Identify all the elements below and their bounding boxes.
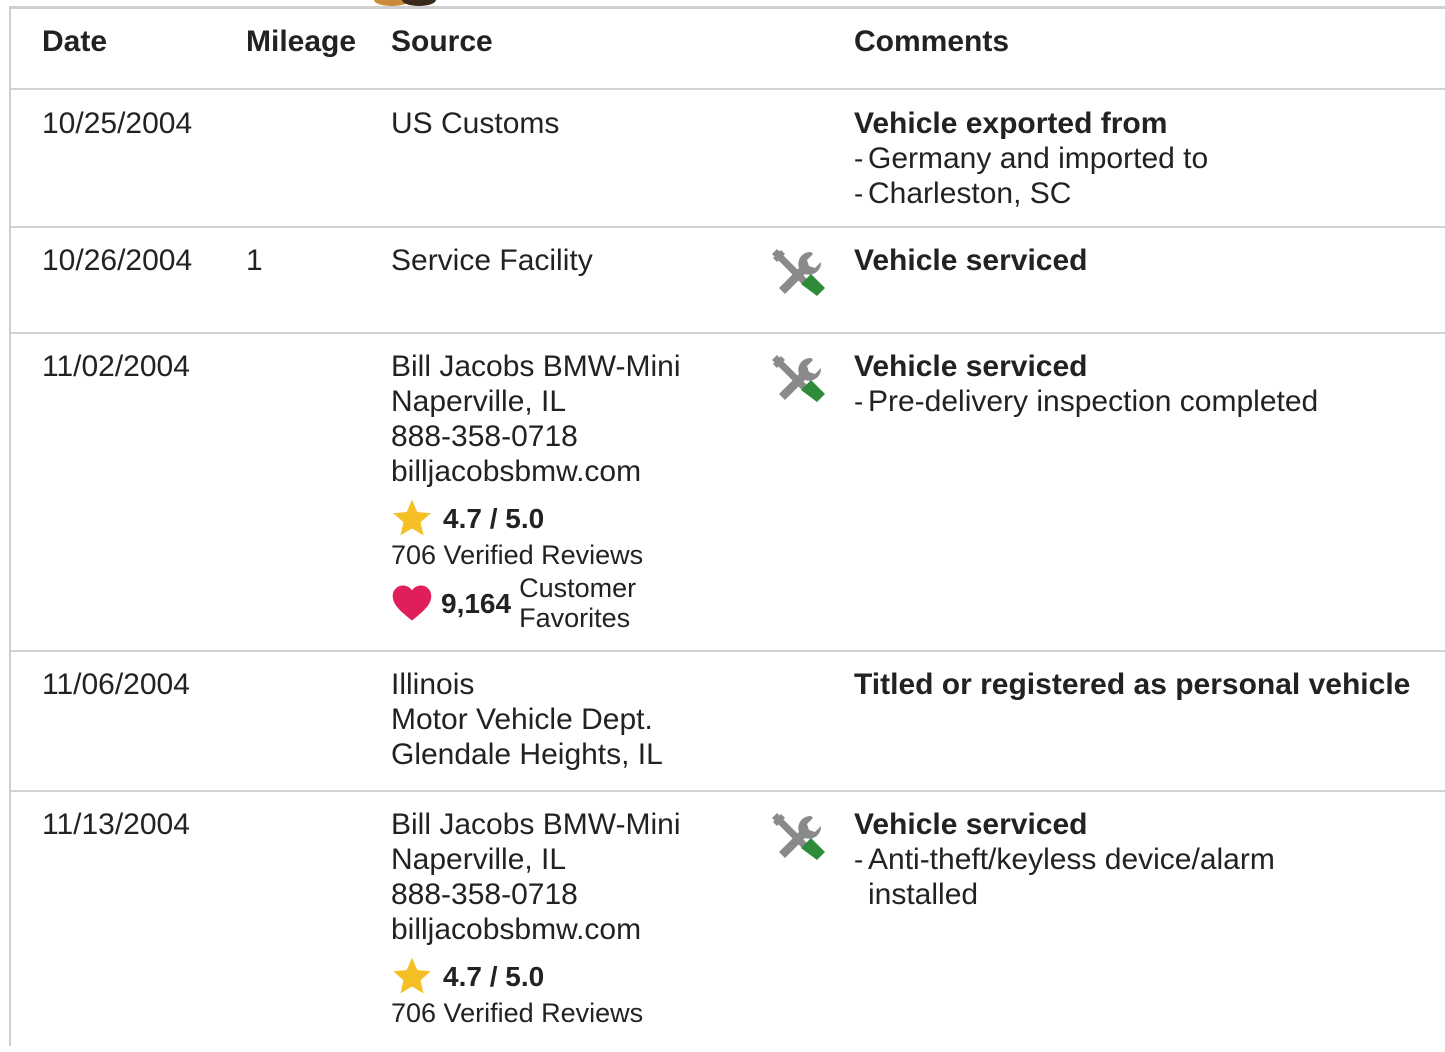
header-mileage: Mileage xyxy=(246,25,357,58)
dealer-location: Naperville, IL xyxy=(391,385,567,418)
table-header: Date Mileage Source Comments xyxy=(11,9,1445,90)
comment-title: Vehicle exported from xyxy=(854,107,1168,140)
dash: - xyxy=(854,178,864,209)
row-comments: Vehicle serviced xyxy=(854,243,1434,278)
wrench-screwdriver-icon xyxy=(772,249,825,296)
star-icon xyxy=(393,957,431,994)
table-row: 11/02/2004 Bill Jacobs BMW-Mini Napervil… xyxy=(11,334,1445,652)
table-row: 11/13/2004 Bill Jacobs BMW-Mini Napervil… xyxy=(11,792,1445,1052)
dealer-phone[interactable]: 888-358-0718 xyxy=(391,419,771,454)
table-row: 10/25/2004 US Customs Vehicle exported f… xyxy=(11,90,1445,228)
source-line: Service Facility xyxy=(391,244,593,277)
comment-title: Vehicle serviced xyxy=(854,244,1088,277)
header-comments: Comments xyxy=(854,25,1010,58)
source-line: US Customs xyxy=(391,107,560,140)
row-source: Bill Jacobs BMW-Mini Naperville, IL 888-… xyxy=(391,807,771,1029)
dealer-phone[interactable]: 888-358-0718 xyxy=(391,877,771,912)
row-source: Bill Jacobs BMW-Mini Naperville, IL 888-… xyxy=(391,349,771,633)
row-date: 10/25/2004 xyxy=(42,107,193,140)
dealer-rating: 4.7 / 5.0 xyxy=(391,497,771,539)
row-comments: Titled or registered as personal vehicle xyxy=(854,667,1434,702)
source-line: Glendale Heights, IL xyxy=(391,738,663,771)
row-mileage: 1 xyxy=(246,244,263,277)
row-source: US Customs xyxy=(391,106,771,141)
row-source: Illinois Motor Vehicle Dept. Glendale He… xyxy=(391,667,771,772)
header-date: Date xyxy=(42,25,108,58)
dealer-website-link[interactable]: billjacobsbmw.com xyxy=(391,912,771,947)
comment-item: - Anti-theft/keyless device/alarm install… xyxy=(854,843,1275,911)
favorites-count: 9,164 xyxy=(441,587,512,619)
row-date: 11/02/2004 xyxy=(42,350,190,383)
row-date: 11/06/2004 xyxy=(42,668,190,701)
customer-favorites: 9,164 Customer Favorites xyxy=(391,573,771,633)
rating-score: 4.7 / 5.0 xyxy=(443,502,545,534)
row-comments: Vehicle serviced - Pre-delivery inspectio… xyxy=(854,349,1434,419)
comment-title: Vehicle serviced xyxy=(854,808,1088,841)
comment-title: Vehicle serviced xyxy=(854,350,1088,383)
comment-item: - Pre-delivery inspection completed xyxy=(854,385,1319,418)
dash: - xyxy=(854,143,864,174)
row-comments: Vehicle exported from - Germany and impor… xyxy=(854,106,1434,211)
table-row: 11/06/2004 Illinois Motor Vehicle Dept. … xyxy=(11,652,1445,792)
verified-reviews-link[interactable]: 706 Verified Reviews xyxy=(391,539,771,571)
comment-item: - Germany and imported to xyxy=(854,142,1209,175)
dash: - xyxy=(854,844,864,875)
header-source: Source xyxy=(391,25,493,58)
dealer-name: Bill Jacobs BMW-Mini xyxy=(391,808,681,841)
row-source: Service Facility xyxy=(391,243,771,278)
row-date: 10/26/2004 xyxy=(42,244,193,277)
wrench-screwdriver-icon xyxy=(772,355,825,402)
dealer-rating: 4.7 / 5.0 xyxy=(391,955,771,997)
table-row: 10/26/2004 1 Service Facility Vehicle se… xyxy=(11,228,1445,334)
favorites-label: Customer Favorites xyxy=(519,573,637,633)
verified-reviews-link[interactable]: 706 Verified Reviews xyxy=(391,997,771,1029)
rating-score: 4.7 / 5.0 xyxy=(443,960,545,992)
wrench-screwdriver-icon xyxy=(772,813,825,860)
comment-title: Titled or registered as personal vehicle xyxy=(854,668,1411,701)
source-line: Motor Vehicle Dept. xyxy=(391,703,653,736)
row-date: 11/13/2004 xyxy=(42,808,190,841)
dealer-location: Naperville, IL xyxy=(391,843,567,876)
row-comments: Vehicle serviced - Anti-theft/keyless dev… xyxy=(854,807,1324,912)
dash: - xyxy=(854,386,864,417)
dealer-name: Bill Jacobs BMW-Mini xyxy=(391,350,681,383)
heart-icon xyxy=(392,585,432,621)
source-line: Illinois xyxy=(391,668,475,701)
dealer-website-link[interactable]: billjacobsbmw.com xyxy=(391,454,771,489)
star-icon xyxy=(393,499,431,536)
comment-item: - Charleston, SC xyxy=(854,177,1072,210)
